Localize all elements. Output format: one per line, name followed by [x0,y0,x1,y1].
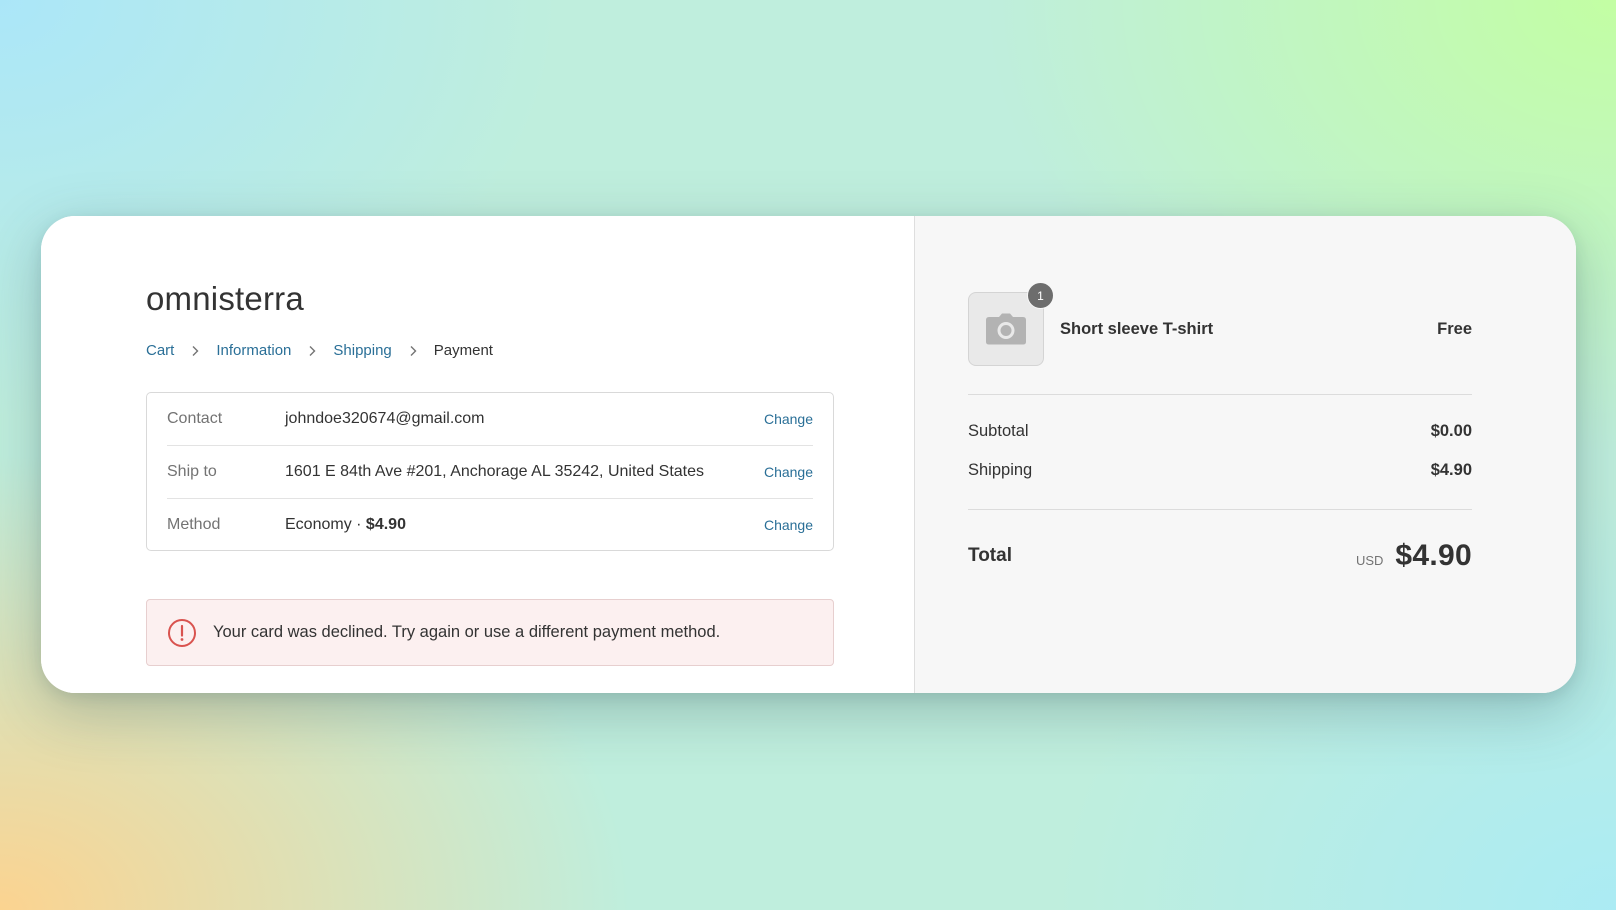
shipping-label: Shipping [968,461,1033,479]
chevron-right-icon [410,345,417,356]
product-price: Free [1437,319,1472,338]
method-separator: · [351,516,366,533]
change-ship-to-link[interactable]: Change [764,464,813,480]
checkout-window: omnisterra Cart Information Shipping Pay… [41,216,1576,693]
method-price: $4.90 [365,516,406,533]
method-name: Economy [285,516,352,533]
product-line-item: 1 Short sleeve T-shirt Free [968,282,1472,367]
change-method-link[interactable]: Change [764,517,813,533]
breadcrumb-information[interactable]: Information [216,342,291,359]
checkout-main-panel: omnisterra Cart Information Shipping Pay… [41,216,915,693]
ship-to-label: Ship to [167,463,217,480]
alert-circle-icon [168,618,196,647]
chevron-right-icon [309,345,316,356]
payment-error-banner: Your card was declined. Try again or use… [146,599,834,666]
shipping-amount: $4.90 [1430,461,1472,479]
camera-icon [986,313,1026,345]
method-label: Method [167,516,221,533]
change-contact-link[interactable]: Change [764,411,813,427]
ship-to-value: 1601 E 84th Ave #201, Anchorage AL 35242… [285,463,704,480]
method-value: Economy · $4.90 [285,516,748,534]
breadcrumb-payment: Payment [433,342,493,359]
subtotal-row: Subtotal $0.00 [968,422,1472,441]
breadcrumb-cart[interactable]: Cart [146,342,174,359]
chevron-right-icon [192,345,199,356]
review-row-method: Method Economy · $4.90 Change [167,499,813,551]
total-label: Total [968,545,1012,566]
summary-divider [968,394,1472,395]
total-row: Total USD $4.90 [968,536,1472,576]
review-row-ship-to: Ship to 1601 E 84th Ave #201, Anchorage … [167,446,813,499]
error-message: Your card was declined. Try again or use… [213,623,721,641]
review-block: Contact johndoe320674@gmail.com Change S… [146,392,834,551]
breadcrumb: Cart Information Shipping Payment [146,342,493,359]
contact-label: Contact [167,410,223,427]
review-row-contact: Contact johndoe320674@gmail.com Change [167,393,813,446]
quantity-badge: 1 [1027,282,1054,309]
product-thumbnail: 1 [968,282,1054,366]
total-value: USD $4.90 [1356,539,1472,573]
breadcrumb-shipping[interactable]: Shipping [333,342,391,359]
currency-code: USD [1355,553,1384,568]
shipping-row: Shipping $4.90 [968,461,1472,480]
subtotal-label: Subtotal [968,422,1029,440]
contact-value: johndoe320674@gmail.com [285,410,485,427]
store-name[interactable]: omnisterra [146,280,304,318]
order-summary-panel: 1 Short sleeve T-shirt Free Subtotal $0.… [915,216,1576,693]
product-name: Short sleeve T-shirt [1060,319,1214,338]
summary-divider [968,509,1472,510]
subtotal-amount: $0.00 [1430,422,1472,440]
total-amount: $4.90 [1395,539,1472,572]
